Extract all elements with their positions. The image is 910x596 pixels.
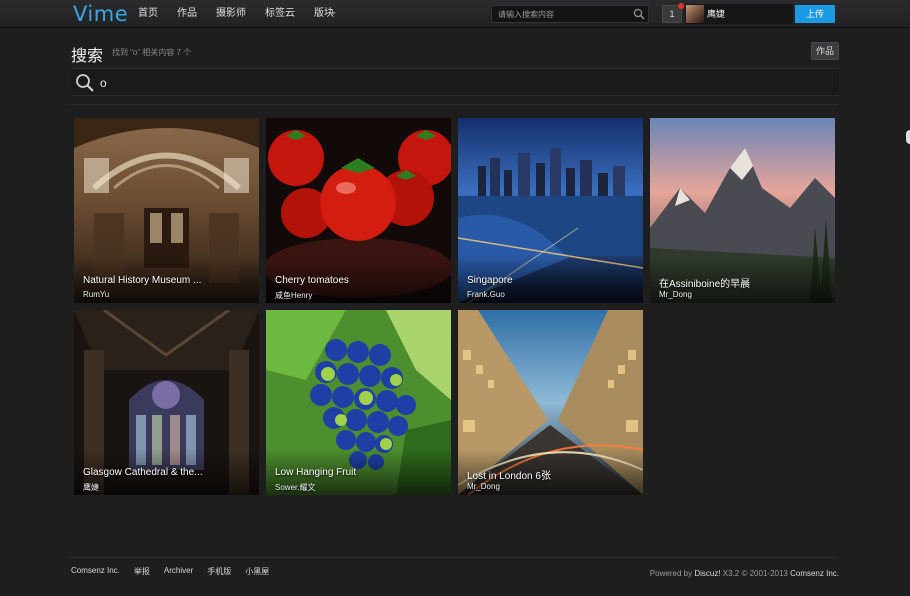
search-icon (76, 74, 94, 92)
footer-link-report[interactable]: 举报 (134, 566, 150, 577)
upload-button[interactable]: 上传 (795, 5, 835, 23)
result-summary: 找到 “o” 相关内容 7 个 (112, 48, 192, 57)
powered-product-link[interactable]: Discuz! (694, 569, 720, 578)
result-card[interactable]: Lost in London 6张 Mr_Dong (458, 310, 643, 495)
search-query[interactable]: o (100, 69, 107, 97)
top-search-input[interactable] (498, 8, 628, 21)
nav-tag-cloud[interactable]: 标签云 (265, 0, 295, 28)
notification-dot (678, 3, 684, 9)
card-author[interactable]: RumYu (83, 290, 109, 299)
top-navigation-bar: Vime 首页 作品 摄影师 标签云 版块 1 鹰婕 上传 (0, 0, 910, 28)
scroll-handle[interactable] (906, 130, 910, 144)
footer-divider (71, 557, 839, 558)
result-card[interactable]: Singapore Frank.Guo (458, 118, 643, 303)
card-author[interactable]: Mr_Dong (467, 482, 500, 491)
card-title[interactable]: Singapore (467, 275, 513, 286)
footer-link-blackroom[interactable]: 小黑屋 (245, 566, 269, 577)
footer-link-company[interactable]: Comsenz Inc. (71, 566, 120, 577)
result-card[interactable]: Natural History Museum ... RumYu (74, 118, 259, 303)
card-title[interactable]: Natural History Museum ... (83, 275, 201, 286)
result-card[interactable]: Glasgow Cathedral & the... 鹰婕 (74, 310, 259, 495)
card-author[interactable]: Frank.Guo (467, 290, 505, 299)
result-card[interactable]: Cherry tomatoes 咸鱼Henry (266, 118, 451, 303)
top-search-box (491, 5, 649, 23)
nav-home[interactable]: 首页 (138, 0, 158, 28)
avatar[interactable] (686, 5, 704, 23)
card-title[interactable]: Low Hanging Fruit (275, 467, 356, 478)
divider (71, 104, 839, 105)
card-title[interactable]: 在Assiniboine的早晨 (659, 275, 750, 290)
card-title[interactable]: Glasgow Cathedral & the... (83, 467, 203, 478)
powered-by: Powered by Discuz! X3.2 © 2001-2013 Coms… (649, 569, 839, 578)
card-author[interactable]: Sower.耀文 (275, 482, 315, 493)
card-title[interactable]: Lost in London 6张 (467, 467, 551, 482)
card-author[interactable]: 鹰婕 (83, 482, 99, 493)
notification-button[interactable]: 1 (662, 3, 684, 23)
page-title: 搜索 (71, 48, 104, 65)
footer-link-mobile[interactable]: 手机版 (207, 566, 231, 577)
result-card[interactable]: Low Hanging Fruit Sower.耀文 (266, 310, 451, 495)
site-logo[interactable]: Vime (73, 3, 128, 25)
main-search-bar[interactable]: o (71, 68, 839, 96)
user-menu[interactable]: 鹰婕 (685, 4, 793, 24)
nav-photographers[interactable]: 摄影师 (216, 0, 246, 28)
main-nav: 首页 作品 摄影师 标签云 版块 (138, 0, 353, 28)
footer-links: Comsenz Inc. 举报 Archiver 手机版 小黑屋 (71, 566, 283, 577)
nav-works[interactable]: 作品 (177, 0, 197, 28)
notification-count: 1 (669, 9, 675, 19)
search-icon[interactable] (633, 8, 645, 20)
username[interactable]: 鹰婕 (707, 4, 725, 24)
category-filter-button[interactable]: 作品 (811, 42, 839, 60)
company-link[interactable]: Comsenz Inc. (790, 569, 839, 578)
card-author[interactable]: Mr_Dong (659, 290, 692, 299)
footer-link-archiver[interactable]: Archiver (164, 566, 193, 577)
chevron-down-icon[interactable] (330, 12, 336, 15)
result-card[interactable]: 在Assiniboine的早晨 Mr_Dong (650, 118, 835, 303)
card-author[interactable]: 咸鱼Henry (275, 290, 312, 301)
card-title[interactable]: Cherry tomatoes (275, 275, 349, 286)
